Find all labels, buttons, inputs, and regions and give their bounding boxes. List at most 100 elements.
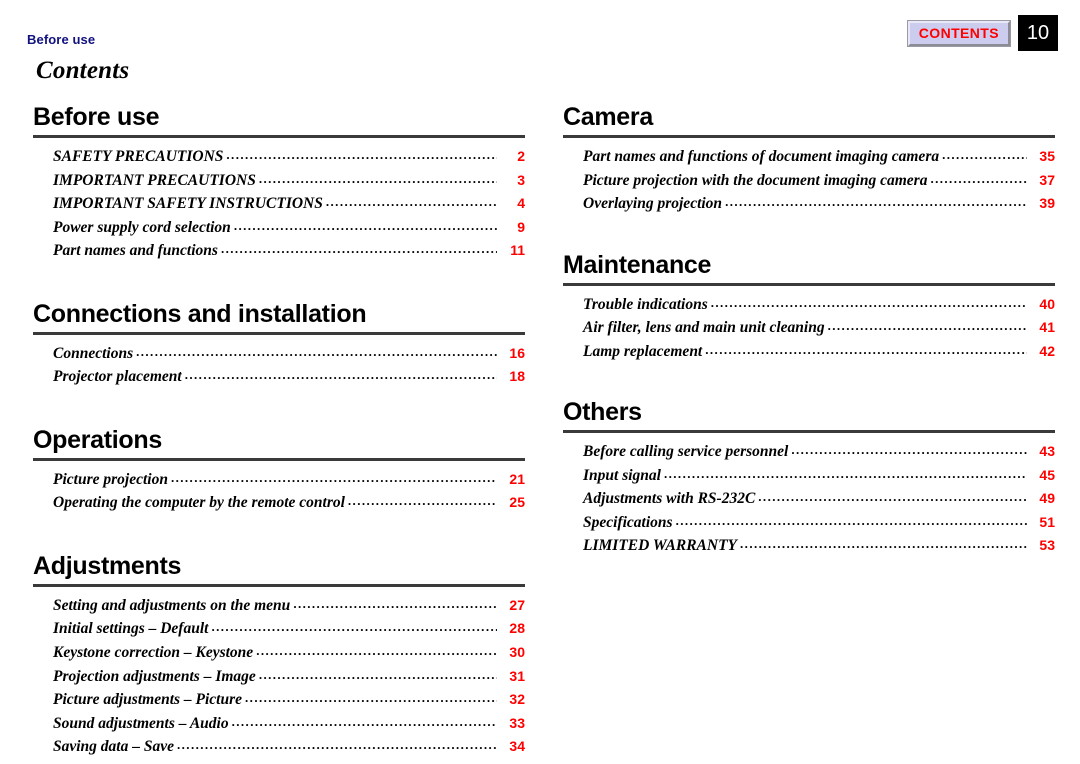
- toc-entry[interactable]: Keystone correction – Keystone .........…: [53, 641, 525, 665]
- toc-entry-page: 35: [1039, 148, 1055, 164]
- toc-entry-page: 27: [509, 596, 525, 613]
- toc-entry-page: 2: [517, 148, 525, 164]
- toc-entry-title: IMPORTANT PRECAUTIONS: [53, 171, 256, 189]
- dot-leader: ........................................…: [258, 666, 497, 682]
- toc-entry-page: 3: [517, 171, 525, 188]
- dot-leader: ........................................…: [220, 241, 497, 257]
- section-before-use: Before use SAFETY PRECAUTIONS ..........…: [33, 104, 525, 263]
- dot-leader: ........................................…: [177, 737, 497, 753]
- toc-entry-title: Lamp replacement: [583, 342, 703, 360]
- toc-entry-title: Power supply cord selection: [53, 218, 231, 236]
- dot-leader: ........................................…: [233, 217, 497, 233]
- toc-entry[interactable]: IMPORTANT PRECAUTIONS ..................…: [53, 169, 525, 193]
- dot-leader: ........................................…: [675, 512, 1027, 528]
- toc-entry[interactable]: Specifications .........................…: [583, 511, 1055, 535]
- toc-entry[interactable]: SAFETY PRECAUTIONS .....................…: [53, 145, 525, 169]
- dot-leader: ........................................…: [347, 493, 497, 509]
- toc-entry[interactable]: Setting and adjustments on the menu ....…: [53, 594, 525, 618]
- toc-entry-page: 37: [1039, 171, 1055, 188]
- toc-entry[interactable]: Part names and functions ...............…: [53, 239, 525, 263]
- contents-badge-button[interactable]: CONTENTS: [906, 19, 1012, 47]
- toc-entry[interactable]: Operating the computer by the remote con…: [53, 491, 525, 515]
- toc-entry-page: 51: [1039, 513, 1055, 530]
- toc-entry[interactable]: Adjustments with RS-232C ...............…: [583, 487, 1055, 511]
- toc-entry-title: Keystone correction – Keystone: [53, 644, 254, 662]
- toc-entry[interactable]: Air filter, lens and main unit cleaning …: [583, 316, 1055, 340]
- toc-entry[interactable]: Connections ............................…: [53, 342, 525, 366]
- toc-entry[interactable]: Picture adjustments – Picture ..........…: [53, 688, 525, 712]
- toc-entry-page: 30: [509, 644, 525, 661]
- toc-entry-title: Picture projection: [53, 470, 168, 488]
- section-heading: Camera: [563, 103, 653, 131]
- entry-list: Picture projection .....................…: [33, 468, 525, 515]
- section-rule: [33, 331, 525, 335]
- dot-leader: ........................................…: [791, 442, 1027, 458]
- entry-list: SAFETY PRECAUTIONS .....................…: [33, 145, 525, 263]
- dot-leader: ........................................…: [170, 469, 497, 485]
- toc-entry[interactable]: Trouble indications ....................…: [583, 293, 1055, 317]
- toc-entry[interactable]: Projection adjustments – Image .........…: [53, 665, 525, 689]
- toc-entry[interactable]: Overlaying projection ..................…: [583, 192, 1055, 216]
- toc-entry-page: 45: [1039, 466, 1055, 483]
- toc-entry-page: 40: [1039, 295, 1055, 312]
- toc-entry-title: LIMITED WARRANTY: [583, 537, 738, 555]
- toc-entry-page: 18: [509, 368, 525, 385]
- dot-leader: ........................................…: [136, 343, 497, 359]
- toc-entry-page: 34: [509, 738, 525, 755]
- toc-entry-title: Picture projection with the document ima…: [583, 171, 928, 189]
- toc-entry-page: 21: [509, 470, 525, 487]
- toc-entry[interactable]: Sound adjustments – Audio ..............…: [53, 712, 525, 736]
- section-rule: [563, 430, 1055, 434]
- right-column: Camera Part names and functions of docum…: [540, 104, 1080, 759]
- toc-entry-title: SAFETY PRECAUTIONS: [53, 148, 224, 165]
- toc-entry[interactable]: Lamp replacement .......................…: [583, 340, 1055, 364]
- section-rule: [563, 135, 1055, 138]
- entry-list: Connections ............................…: [33, 342, 525, 389]
- toc-entry-title: Part names and functions of document ima…: [583, 148, 940, 165]
- toc-entry[interactable]: Input signal ...........................…: [583, 464, 1055, 488]
- toc-entry[interactable]: Saving data – Save .....................…: [53, 735, 525, 759]
- toc-entry[interactable]: Picture projection with the document ima…: [583, 169, 1055, 193]
- toc-entry-page: 49: [1039, 490, 1055, 507]
- toc-entry-page: 41: [1039, 319, 1055, 336]
- dot-leader: ........................................…: [740, 536, 1027, 552]
- section-rule: [33, 583, 525, 587]
- toc-entry-title: Specifications: [583, 513, 673, 531]
- dot-leader: ........................................…: [725, 194, 1027, 210]
- toc-entry-title: Projection adjustments – Image: [53, 667, 256, 685]
- section-heading: Adjustments: [33, 551, 182, 580]
- dot-leader: ........................................…: [663, 465, 1027, 481]
- toc-entry-page: 25: [509, 494, 525, 511]
- contents-columns: Before use SAFETY PRECAUTIONS ..........…: [0, 104, 1080, 759]
- section-rule: [33, 135, 525, 138]
- toc-entry[interactable]: Before calling service personnel .......…: [583, 440, 1055, 464]
- left-column: Before use SAFETY PRECAUTIONS ..........…: [0, 104, 540, 759]
- toc-entry[interactable]: Power supply cord selection ............…: [53, 216, 525, 240]
- toc-entry-title: Connections: [53, 344, 134, 362]
- page-number-box: 10: [1018, 15, 1058, 51]
- toc-entry[interactable]: Initial settings – Default .............…: [53, 617, 525, 641]
- toc-entry[interactable]: Projector placement ....................…: [53, 365, 525, 389]
- toc-entry-title: Sound adjustments – Audio: [53, 714, 229, 732]
- section-rule: [563, 282, 1055, 286]
- entry-list: Setting and adjustments on the menu ....…: [33, 594, 525, 759]
- toc-entry-page: 43: [1039, 443, 1055, 460]
- entry-list: Trouble indications ....................…: [563, 293, 1055, 364]
- section-heading: Operations: [33, 425, 162, 454]
- toc-entry[interactable]: IMPORTANT SAFETY INSTRUCTIONS ..........…: [53, 192, 525, 216]
- dot-leader: ........................................…: [211, 619, 497, 635]
- toc-entry-page: 32: [509, 691, 525, 708]
- toc-entry-title: IMPORTANT SAFETY INSTRUCTIONS: [53, 195, 323, 213]
- toc-entry[interactable]: LIMITED WARRANTY .......................…: [583, 534, 1055, 558]
- toc-entry-page: 4: [517, 195, 525, 212]
- toc-entry[interactable]: Part names and functions of document ima…: [583, 145, 1055, 169]
- section-heading: Maintenance: [563, 250, 712, 279]
- toc-entry[interactable]: Picture projection .....................…: [53, 468, 525, 492]
- section-heading: Others: [563, 398, 642, 427]
- toc-entry-page: 11: [510, 242, 525, 259]
- toc-entry-page: 31: [509, 667, 525, 684]
- toc-entry-title: Operating the computer by the remote con…: [53, 494, 345, 512]
- entry-list: Part names and functions of document ima…: [563, 145, 1055, 216]
